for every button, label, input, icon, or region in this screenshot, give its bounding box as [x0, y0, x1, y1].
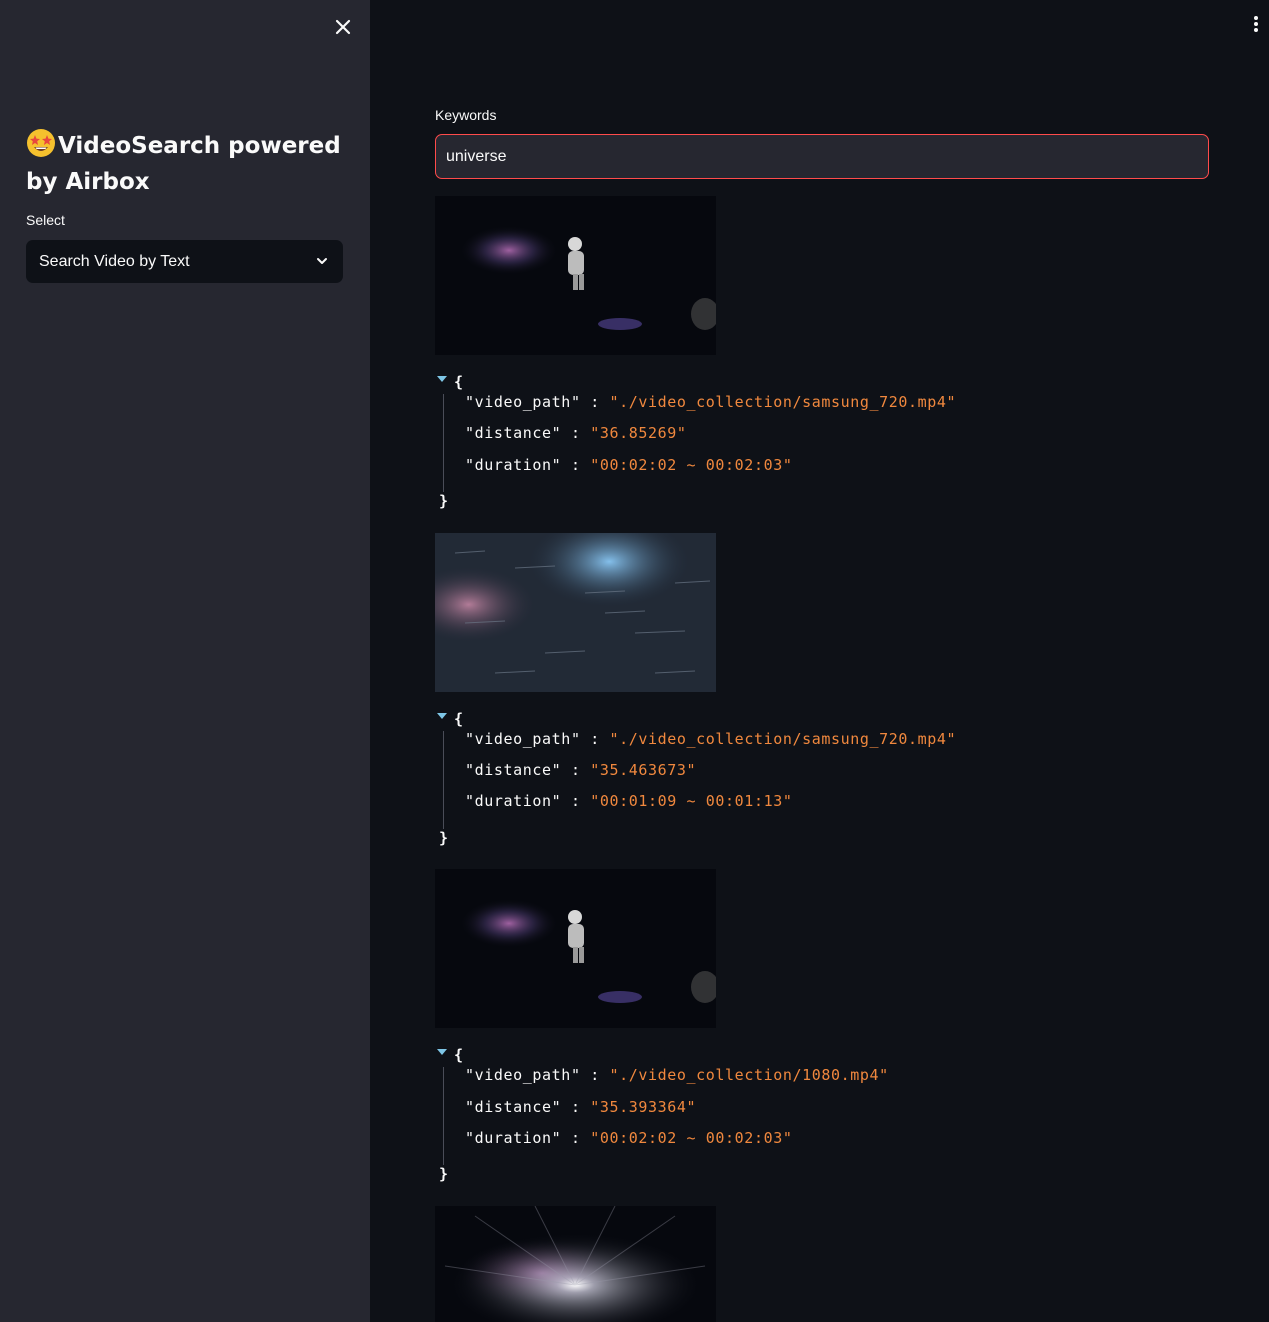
json-indent-guide	[443, 1067, 444, 1165]
json-close-brace: }	[439, 1165, 449, 1183]
select-label: Select	[26, 212, 65, 228]
result-card	[435, 1206, 1035, 1322]
sidebar-title-text: VideoSearch powered by Airbox	[26, 133, 341, 195]
collapse-toggle-icon[interactable]	[437, 1049, 447, 1055]
close-icon	[335, 19, 351, 35]
json-row-video-path: "video_path" : "./video_collection/samsu…	[465, 393, 957, 411]
mode-select[interactable]: Search Video by Text	[26, 240, 343, 283]
chevron-down-icon	[317, 258, 327, 264]
keywords-input[interactable]	[435, 134, 1209, 179]
video-thumbnail[interactable]	[435, 196, 716, 355]
json-row-distance: "distance" : "35.463673"	[465, 761, 697, 779]
video-thumbnail[interactable]	[435, 533, 716, 692]
collapse-toggle-icon[interactable]	[437, 376, 447, 382]
video-thumbnail[interactable]	[435, 1206, 716, 1322]
json-row-duration: "duration" : "00:02:02 ~ 00:02:03"	[465, 456, 793, 474]
kebab-menu-icon	[1254, 16, 1258, 32]
collapse-toggle-icon[interactable]	[437, 713, 447, 719]
result-card: { "video_path" : "./video_collection/sam…	[435, 196, 1035, 510]
video-thumbnail[interactable]	[435, 869, 716, 1028]
json-row-distance: "distance" : "35.393364"	[465, 1098, 697, 1116]
json-close-brace: }	[439, 492, 449, 510]
json-row-video-path: "video_path" : "./video_collection/1080.…	[465, 1066, 889, 1084]
json-open-brace: {	[454, 1046, 464, 1064]
json-indent-guide	[443, 394, 444, 492]
json-row-duration: "duration" : "00:02:02 ~ 00:02:03"	[465, 1129, 793, 1147]
json-row-distance: "distance" : "36.85269"	[465, 424, 687, 442]
sidebar: VideoSearch powered by Airbox Select Sea…	[0, 0, 370, 1322]
select-value: Search Video by Text	[39, 252, 190, 270]
json-close-brace: }	[439, 829, 449, 847]
json-row-video-path: "video_path" : "./video_collection/samsu…	[465, 730, 957, 748]
close-sidebar-button[interactable]	[331, 15, 355, 39]
sidebar-title: VideoSearch powered by Airbox	[26, 128, 356, 198]
json-row-duration: "duration" : "00:01:09 ~ 00:01:13"	[465, 792, 793, 810]
main-menu-button[interactable]	[1249, 14, 1263, 36]
json-indent-guide	[443, 731, 444, 829]
result-card: { "video_path" : "./video_collection/sam…	[435, 533, 1035, 847]
result-card: { "video_path" : "./video_collection/108…	[435, 869, 1035, 1183]
keywords-label: Keywords	[435, 107, 497, 123]
star-struck-emoji-icon	[26, 128, 56, 167]
json-open-brace: {	[454, 373, 464, 391]
json-open-brace: {	[454, 710, 464, 728]
